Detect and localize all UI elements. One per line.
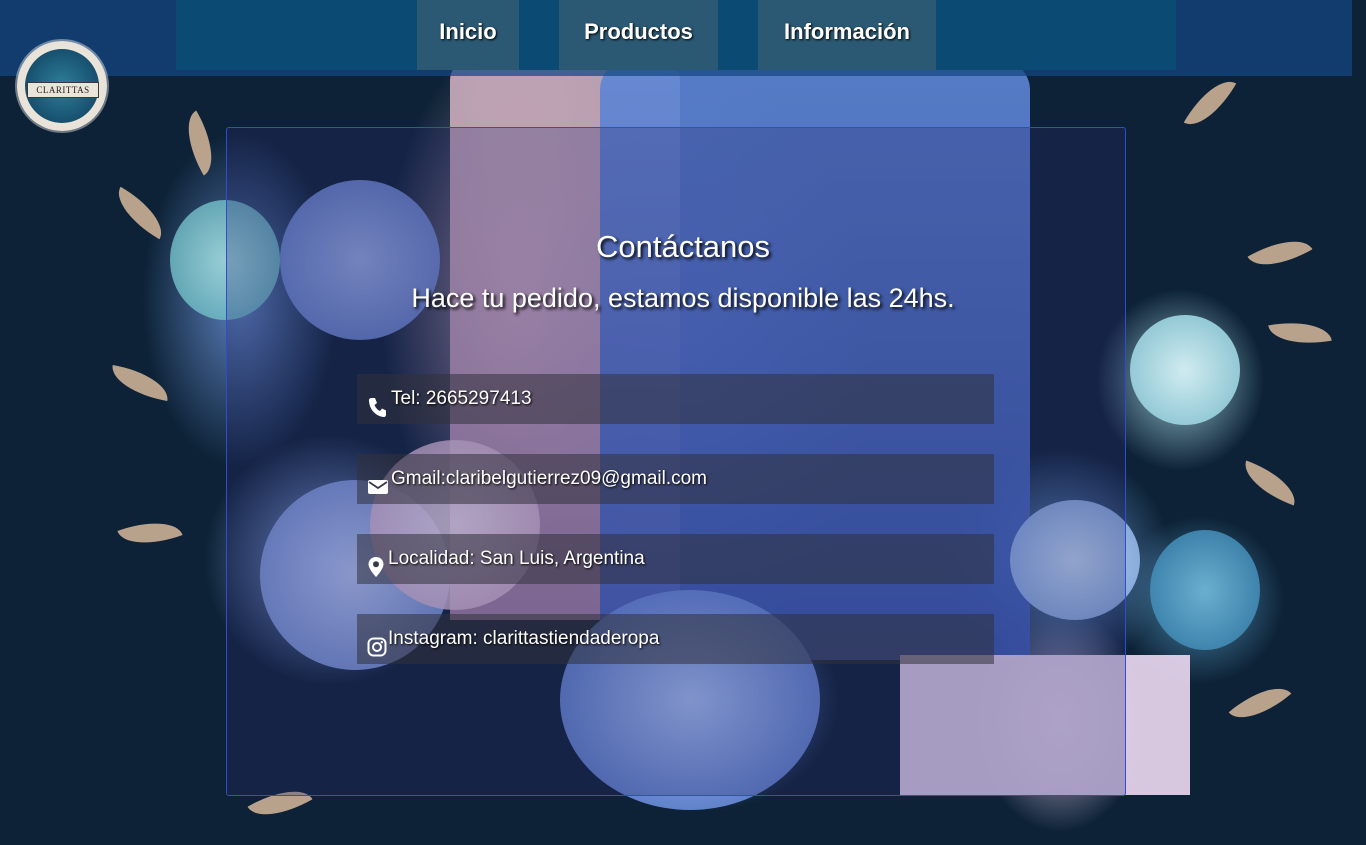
instagram-icon: [367, 628, 387, 657]
top-navigation-bar: Inicio Productos Información: [0, 0, 1352, 76]
nav-item-inicio[interactable]: Inicio: [417, 0, 519, 70]
nav-item-productos[interactable]: Productos: [559, 0, 718, 70]
leaf-decoration: [108, 364, 172, 402]
leaf-decoration: [173, 110, 227, 176]
flower-decoration: [1150, 530, 1260, 650]
phone-icon: [367, 388, 387, 417]
leaf-decoration: [1268, 314, 1332, 352]
email-text: Gmail:claribelgutierrez09@gmail.com: [391, 468, 708, 489]
contact-location-row: Localidad: San Luis, Argentina: [357, 534, 994, 584]
location-text: Localidad: San Luis, Argentina: [388, 548, 645, 569]
envelope-icon: [367, 468, 388, 494]
flower-decoration: [1130, 315, 1240, 425]
contact-subtitle: Hace tu pedido, estamos disponible las 2…: [411, 283, 955, 313]
contact-phone-row: Tel: 2665297413: [357, 374, 994, 424]
main-nav: Inicio Productos Información: [176, 0, 1176, 70]
leaf-decoration: [117, 510, 183, 556]
phone-text: Tel: 2665297413: [391, 388, 532, 409]
leaf-decoration: [1183, 70, 1237, 136]
brand-logo[interactable]: CLARITTAS: [17, 41, 107, 131]
nav-item-informacion[interactable]: Información: [758, 0, 936, 70]
contact-email-row: Gmail:claribelgutierrez09@gmail.com: [357, 454, 994, 504]
map-pin-icon: [367, 548, 387, 577]
instagram-text: Instagram: clarittastiendaderopa: [388, 628, 660, 649]
logo-text: CLARITTAS: [27, 82, 99, 98]
contact-instagram-row: Instagram: clarittastiendaderopa: [357, 614, 994, 664]
contact-title: Contáctanos: [595, 229, 771, 264]
leaf-decoration: [1228, 673, 1292, 733]
leaf-decoration: [1237, 460, 1303, 506]
